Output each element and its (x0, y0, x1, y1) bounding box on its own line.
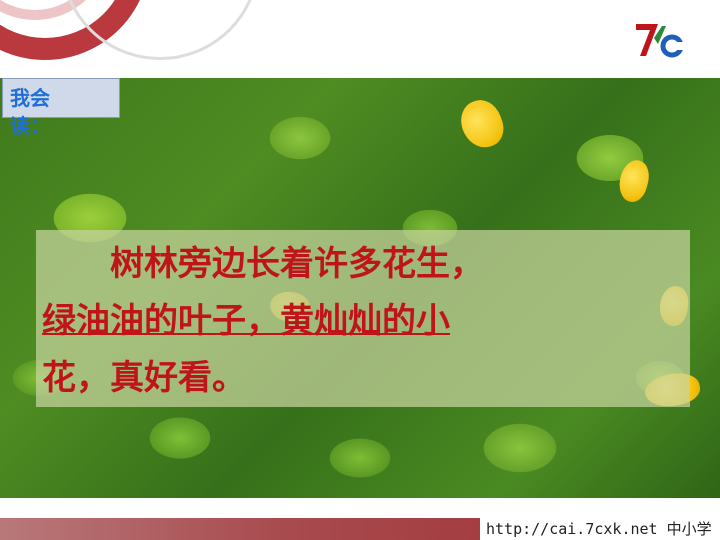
reading-passage: 树林旁边长着许多花生， 绿油油的叶子，黄灿灿的小 花，真好看。 (42, 236, 662, 407)
header-band (0, 0, 720, 78)
passage-line-3: 花，真好看。 (42, 358, 246, 398)
passage-line-1: 树林旁边长着许多花生， (110, 244, 484, 284)
section-label: 我会读： (10, 86, 50, 138)
yellow-flower (615, 157, 653, 205)
yellow-flower (454, 94, 510, 154)
7c-logo-icon (632, 20, 684, 60)
footer-url: http://cai.7cxk.net 中小学 (486, 520, 712, 538)
decorative-arc (60, 0, 260, 60)
passage-line-2: 绿油油的叶子，黄灿灿的小 (42, 301, 450, 341)
